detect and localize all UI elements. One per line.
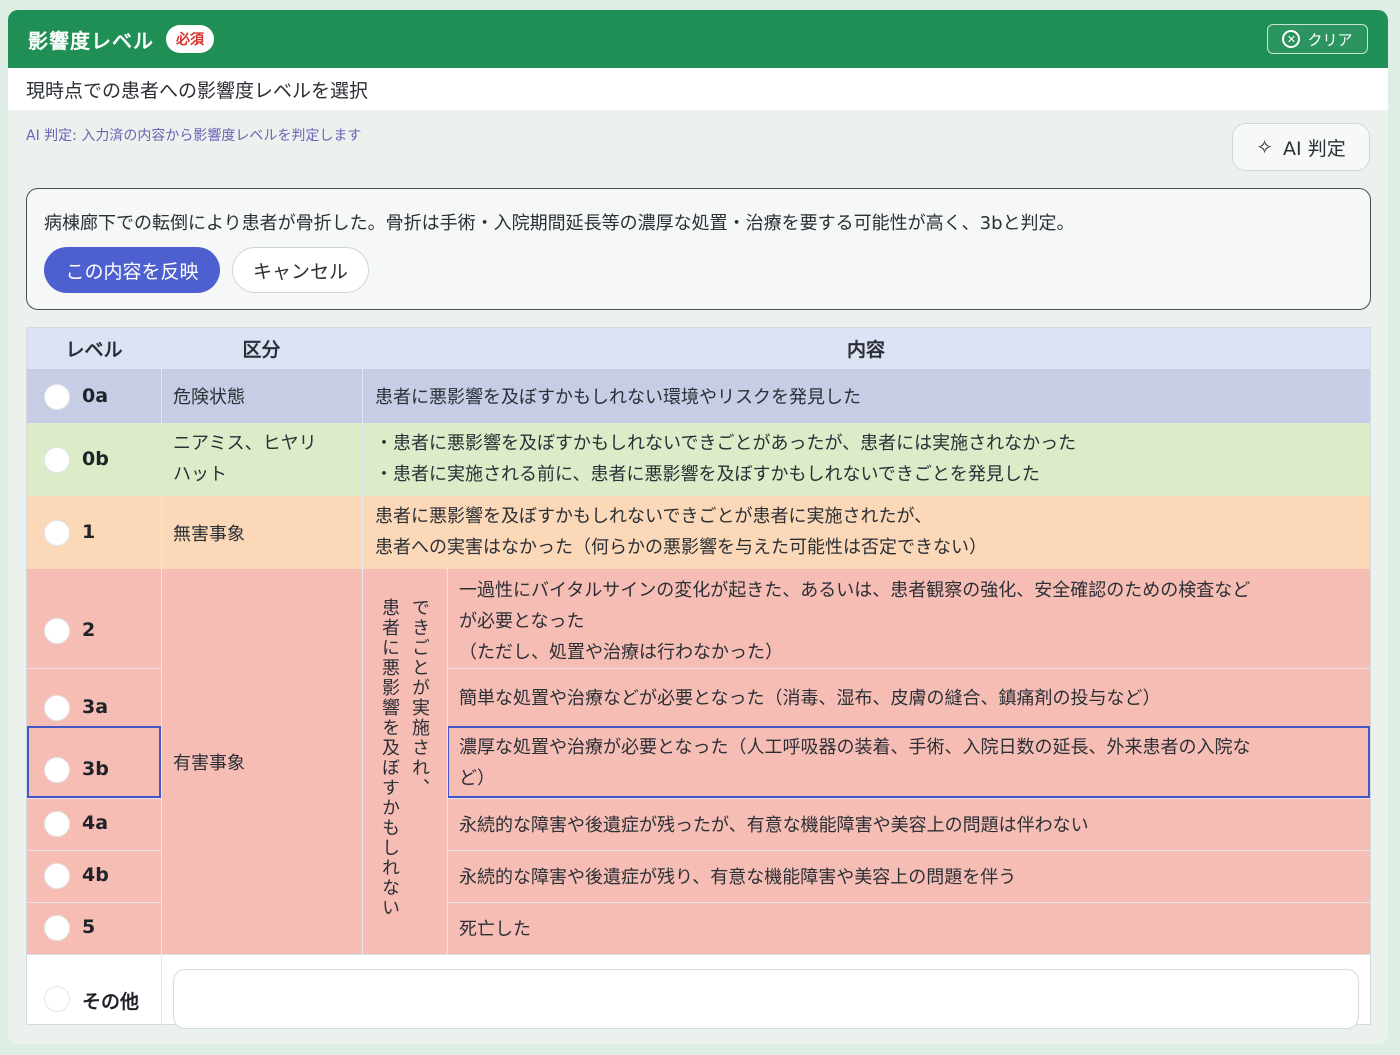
panel-header: 影響度レベル 必須 ✕ クリア [8,10,1388,68]
content-line: 患者に悪影響を及ぼすかもしれないできごとが患者に実施されたが、 [375,506,933,527]
content-line: ・患者に悪影響を及ぼすかもしれないできごとがあったが、患者には実施されなかった [375,433,1077,454]
ai-result-box: 病棟廊下での転倒により患者が骨折した。骨折は手術・入院期間延長等の濃厚な処置・治… [26,188,1371,310]
category-line: ニアミス、ヒヤリ [173,433,317,454]
level-label-other: その他 [82,991,140,1013]
panel-subtitle: 現時点での患者への影響度レベルを選択 [8,68,1388,110]
level-label: 4a [82,812,109,834]
radio-2[interactable] [44,618,70,644]
highlight-level-3b [27,726,161,798]
content-text: ・患者に悪影響を及ぼすかもしれないできごとがあったが、患者には実施されなかった … [375,428,1076,490]
close-circle-icon: ✕ [1282,30,1301,48]
column-divider [362,328,363,954]
radio-4b[interactable] [44,863,70,889]
column-divider [447,569,448,954]
harmful-note-line: できごとが実施され、 [409,598,430,798]
level-label: 1 [82,521,96,543]
cancel-button[interactable]: キャンセル [232,247,369,293]
sparkle-icon: ✧ [1256,135,1274,159]
content-text: 永続的な障害や後遺症が残ったが、有意な機能障害や美容上の問題は伴わない [459,815,1089,836]
radio-5[interactable] [44,915,70,941]
row-divider [27,668,161,669]
highlight-content-3b [447,726,1370,798]
category-label-harmful: 有害事象 [173,752,245,774]
harmful-note: できごとが実施され、 患者に悪影響を及ぼすかもしれない [374,598,434,918]
level-label: 0b [82,448,109,470]
content-line: ・患者に実施される前に、患者に悪影響を及ぼすかもしれないできごとを発見した [375,464,1040,485]
level-table: レベル 区分 内容 0a 危険状態 患者に悪影響を及ぼすかもしれない環境やリスク… [26,327,1371,1029]
category-label: ニアミス、ヒヤリ ハット [173,428,317,490]
ai-hint: AI 判定: 入力済の内容から影響度レベルを判定します [26,128,362,144]
ai-result-text: 病棟廊下での転倒により患者が骨折した。骨折は手術・入院期間延長等の濃厚な処置・治… [44,213,1075,234]
level-label: 2 [82,619,96,641]
content-line: （ただし、処置や治療は行わなかった） [459,642,783,663]
category-line: ハット [173,464,227,485]
column-header-content: 内容 [362,328,1370,369]
harmful-note-line: 患者に悪影響を及ぼすかもしれない [379,598,400,918]
radio-1[interactable] [44,520,70,546]
required-badge: 必須 [166,25,214,53]
content-text: 永続的な障害や後遺症が残り、有意な機能障害や美容上の問題を伴う [459,867,1017,888]
content-text: 簡単な処置や治療などが必要となった（消毒、湿布、皮膚の縫合、鎮痛剤の投与など） [459,688,1161,709]
category-label: 無害事象 [173,523,245,545]
category-label: 危険状態 [173,387,245,408]
level-label: 4b [82,864,109,886]
row-divider [27,798,161,799]
row-divider [447,902,1370,903]
content-text: 患者に悪影響を及ぼすかもしれない環境やリスクを発見した [375,387,861,408]
level-label: 3a [82,696,109,718]
apply-button[interactable]: この内容を反映 [44,247,220,293]
ai-judge-button[interactable]: ✧ AI 判定 [1232,123,1370,171]
column-divider [161,328,162,1026]
content-text: 死亡した [459,919,531,940]
row-divider [27,902,161,903]
radio-3a[interactable] [44,695,70,721]
content-text: 一過性にバイタルサインの変化が起きた、あるいは、患者観察の強化、安全確認のための… [459,575,1250,668]
impact-level-panel: 影響度レベル 必須 ✕ クリア 現時点での患者への影響度レベルを選択 AI 判定… [8,10,1388,1044]
clear-label: クリア [1307,30,1353,49]
row-divider [27,850,161,851]
clear-button[interactable]: ✕ クリア [1267,24,1368,54]
row-divider [27,954,1370,955]
radio-4a[interactable] [44,811,70,837]
radio-0b[interactable] [44,447,70,473]
radio-other[interactable] [44,986,70,1012]
content-text: 患者に悪影響を及ぼすかもしれないできごとが患者に実施されたが、 患者への実害はな… [375,501,987,563]
column-header-category: 区分 [161,328,362,369]
panel-title: 影響度レベル [28,28,154,53]
column-header-level: レベル [27,328,161,369]
other-input[interactable] [173,969,1359,1029]
content-line: 一過性にバイタルサインの変化が起きた、あるいは、患者観察の強化、安全確認のための… [459,580,1251,601]
ai-judge-label: AI 判定 [1283,137,1346,160]
content-line: 患者への実害はなかった（何らかの悪影響を与えた可能性は否定できない） [375,537,987,558]
level-label: 5 [82,916,96,938]
level-label: 0a [82,385,109,407]
radio-0a[interactable] [44,384,70,410]
content-line: が必要となった [459,611,585,632]
